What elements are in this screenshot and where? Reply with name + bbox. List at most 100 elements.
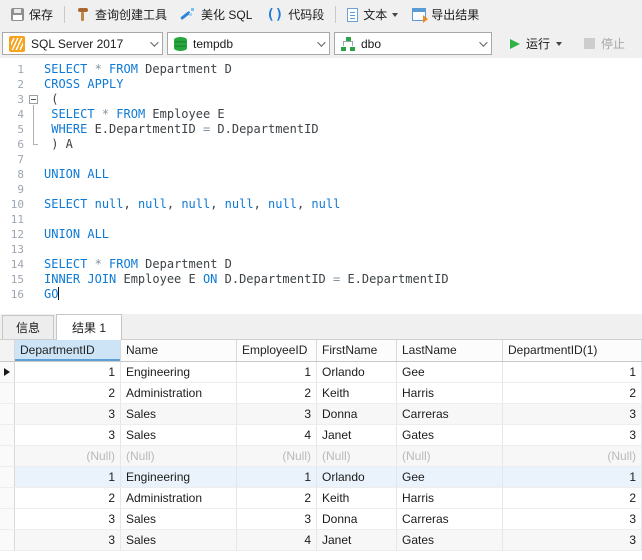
code-line[interactable]: 7 <box>0 152 642 167</box>
text-view-button[interactable]: 文本 <box>340 3 405 26</box>
column-header[interactable]: EmployeeID <box>237 340 317 361</box>
table-row[interactable]: 1 Engineering 1 Orlando Gee 1 <box>0 467 642 488</box>
table-cell[interactable]: Gates <box>397 425 503 445</box>
table-cell[interactable]: 3 <box>15 509 121 529</box>
table-cell[interactable]: 1 <box>503 362 642 382</box>
server-select[interactable]: SQL Server 2017 <box>2 32 163 55</box>
table-cell[interactable]: Harris <box>397 383 503 403</box>
code-line[interactable]: 10 SELECT null, null, null, null, null, n… <box>0 197 642 212</box>
code-line[interactable]: 2 CROSS APPLY <box>0 77 642 92</box>
table-row[interactable]: 3 Sales 3 Donna Carreras 3 <box>0 404 642 425</box>
run-dropdown-caret-icon[interactable] <box>556 41 563 46</box>
code-line[interactable]: 16 GO <box>0 287 642 302</box>
table-cell[interactable]: 2 <box>503 383 642 403</box>
table-cell[interactable]: Orlando <box>317 362 397 382</box>
table-cell[interactable]: (Null) <box>503 446 642 466</box>
code-line[interactable]: 3 ( <box>0 92 642 107</box>
table-cell[interactable]: Sales <box>121 404 237 424</box>
row-selector[interactable] <box>0 362 15 382</box>
table-cell[interactable]: Gee <box>397 467 503 487</box>
query-builder-button[interactable]: 查询创建工具 <box>69 3 174 26</box>
table-cell[interactable]: 1 <box>237 467 317 487</box>
table-cell[interactable]: 3 <box>503 509 642 529</box>
table-row[interactable]: 2 Administration 2 Keith Harris 2 <box>0 488 642 509</box>
beautify-sql-button[interactable]: 美化 SQL <box>174 3 259 26</box>
table-cell[interactable]: Sales <box>121 509 237 529</box>
table-cell[interactable]: Orlando <box>317 467 397 487</box>
table-cell[interactable]: 1 <box>15 467 121 487</box>
code-line[interactable]: 8 UNION ALL <box>0 167 642 182</box>
code-line[interactable]: 1 SELECT * FROM Department D <box>0 62 642 77</box>
table-row[interactable]: 3 Sales 4 Janet Gates 3 <box>0 425 642 446</box>
table-cell[interactable]: Administration <box>121 383 237 403</box>
export-results-button[interactable]: 导出结果 <box>405 3 486 26</box>
table-row[interactable]: 3 Sales 3 Donna Carreras 3 <box>0 509 642 530</box>
table-cell[interactable]: Sales <box>121 425 237 445</box>
row-selector[interactable] <box>0 530 15 550</box>
table-cell[interactable]: Janet <box>317 530 397 550</box>
code-line[interactable]: 13 <box>0 242 642 257</box>
table-cell[interactable]: 4 <box>237 530 317 550</box>
table-cell[interactable]: 2 <box>15 383 121 403</box>
table-cell[interactable]: Keith <box>317 383 397 403</box>
code-line[interactable]: 12 UNION ALL <box>0 227 642 242</box>
tab-info[interactable]: 信息 <box>2 315 55 339</box>
table-cell[interactable]: Gee <box>397 362 503 382</box>
table-cell[interactable]: Donna <box>317 404 397 424</box>
table-row[interactable]: 2 Administration 2 Keith Harris 2 <box>0 383 642 404</box>
table-cell[interactable]: Carreras <box>397 404 503 424</box>
table-cell[interactable]: (Null) <box>121 446 237 466</box>
save-button[interactable]: 保存 <box>4 3 60 26</box>
run-button[interactable]: 运行 <box>504 35 568 52</box>
column-header[interactable]: FirstName <box>317 340 397 361</box>
table-row[interactable]: 3 Sales 4 Janet Gates 3 <box>0 530 642 551</box>
table-cell[interactable]: Keith <box>317 488 397 508</box>
fold-gutter[interactable] <box>27 92 44 107</box>
table-cell[interactable]: Janet <box>317 425 397 445</box>
table-cell[interactable]: Administration <box>121 488 237 508</box>
row-selector[interactable] <box>0 446 15 466</box>
collapse-icon[interactable] <box>29 95 38 104</box>
code-snippet-button[interactable]: () 代码段 <box>259 3 331 26</box>
table-cell[interactable]: 3 <box>237 404 317 424</box>
table-cell[interactable]: Sales <box>121 530 237 550</box>
column-header[interactable]: LastName <box>397 340 503 361</box>
row-selector[interactable] <box>0 509 15 529</box>
table-cell[interactable]: 3 <box>503 530 642 550</box>
table-cell[interactable]: 2 <box>237 488 317 508</box>
table-row[interactable]: 1 Engineering 1 Orlando Gee 1 <box>0 362 642 383</box>
table-cell[interactable]: 2 <box>503 488 642 508</box>
table-cell[interactable]: 3 <box>503 425 642 445</box>
row-selector[interactable] <box>0 467 15 487</box>
table-cell[interactable]: 4 <box>237 425 317 445</box>
table-cell[interactable]: Gates <box>397 530 503 550</box>
table-cell[interactable]: 2 <box>237 383 317 403</box>
table-cell[interactable]: (Null) <box>397 446 503 466</box>
table-cell[interactable]: (Null) <box>15 446 121 466</box>
code-line[interactable]: 9 <box>0 182 642 197</box>
code-line[interactable]: 14 SELECT * FROM Department D <box>0 257 642 272</box>
code-line[interactable]: 11 <box>0 212 642 227</box>
table-cell[interactable]: (Null) <box>317 446 397 466</box>
table-cell[interactable]: 3 <box>503 404 642 424</box>
table-cell[interactable]: Engineering <box>121 467 237 487</box>
table-cell[interactable]: Engineering <box>121 362 237 382</box>
row-selector[interactable] <box>0 425 15 445</box>
table-cell[interactable]: Donna <box>317 509 397 529</box>
table-cell[interactable]: 1 <box>15 362 121 382</box>
code-line[interactable]: 6 ) A <box>0 137 642 152</box>
schema-select[interactable]: dbo <box>334 32 492 55</box>
table-cell[interactable]: 3 <box>15 530 121 550</box>
tab-result-1[interactable]: 结果 1 <box>56 314 123 340</box>
column-header[interactable]: Name <box>121 340 237 361</box>
column-header[interactable]: DepartmentID <box>15 340 121 361</box>
database-select[interactable]: tempdb <box>167 32 330 55</box>
table-cell[interactable]: (Null) <box>237 446 317 466</box>
column-header[interactable]: DepartmentID(1) <box>503 340 642 361</box>
table-cell[interactable]: 3 <box>237 509 317 529</box>
table-cell[interactable]: 3 <box>15 404 121 424</box>
table-cell[interactable]: 3 <box>15 425 121 445</box>
table-row[interactable]: (Null) (Null) (Null) (Null) (Null) (Null) <box>0 446 642 467</box>
row-selector[interactable] <box>0 383 15 403</box>
grid-corner[interactable] <box>0 340 15 361</box>
